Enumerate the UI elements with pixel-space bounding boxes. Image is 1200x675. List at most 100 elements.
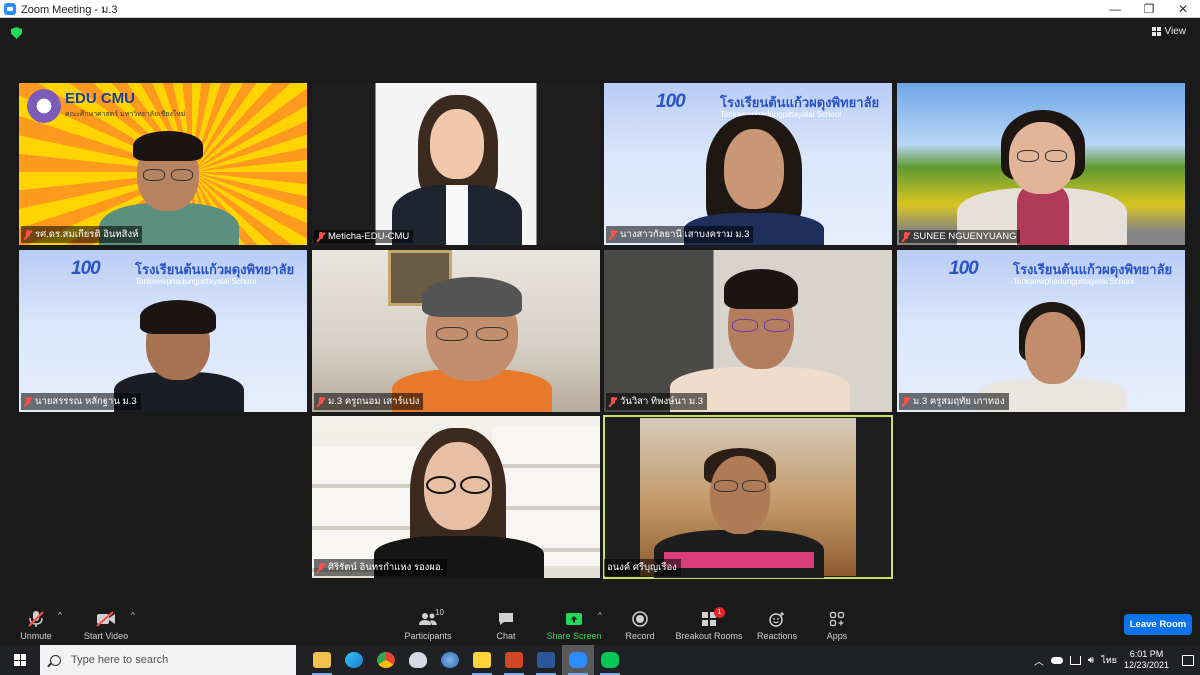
video-tile-8[interactable]: 100 โรงเรียนต้นแก้วผดุงพิทยาลัย Tonkaewp… xyxy=(897,250,1185,412)
chevron-up-icon[interactable]: ︿ xyxy=(1034,653,1044,668)
windows-taskbar: Type here to search ︿ 🔊︎ ไทย 6:01 PM 12/… xyxy=(0,645,1200,675)
school-logo-icon: 100 xyxy=(71,258,101,279)
share-options-caret[interactable]: ^ xyxy=(598,611,602,620)
cloud-icon[interactable] xyxy=(1050,656,1063,664)
word-icon xyxy=(537,652,555,668)
chrome-app[interactable] xyxy=(370,645,402,675)
participant-name-tag: Meticha-EDU-CMU xyxy=(314,230,414,243)
participant-name: SUNEE NGUENYUANG xyxy=(913,231,1017,242)
cmu-logo-icon xyxy=(27,89,61,123)
edge-app[interactable] xyxy=(338,645,370,675)
paint-icon xyxy=(409,652,427,668)
unmute-label: Unmute xyxy=(20,631,52,641)
video-tile-10-active-speaker[interactable]: อนงค์ ศรีบุญเรือง xyxy=(603,415,893,579)
file-explorer-app[interactable] xyxy=(306,645,338,675)
word-app[interactable] xyxy=(530,645,562,675)
minimize-button[interactable]: — xyxy=(1098,0,1132,18)
zoom-icon xyxy=(569,652,587,668)
breakout-rooms-button[interactable]: 1 Breakout Rooms xyxy=(674,605,744,645)
edge-icon xyxy=(345,652,363,668)
participant-name: วันวิสา ทิพงษ์นา ม.3 xyxy=(620,396,704,407)
mic-muted-icon xyxy=(26,610,46,628)
volume-icon[interactable]: 🔊︎ xyxy=(1088,655,1094,666)
powerpoint-icon xyxy=(505,652,523,668)
school-logo-icon: 100 xyxy=(949,258,979,279)
participant-name-tag: วันวิสา ทิพงษ์นา ม.3 xyxy=(606,393,708,410)
school-banner: 100 โรงเรียนต้นแก้วผดุงพิทยาลัย Tonkaewp… xyxy=(897,250,1185,294)
video-tile-1[interactable]: EDU CMU คณะศึกษาศาสตร์ มหาวิทยาลัยเชียงใ… xyxy=(19,83,307,245)
reactions-button[interactable]: Reactions xyxy=(754,605,800,645)
video-tile-3[interactable]: 100 โรงเรียนต้นแก้วผดุงพิทยาลัย Tonkaewp… xyxy=(604,83,892,245)
mic-muted-icon xyxy=(902,396,910,407)
record-button[interactable]: Record xyxy=(622,605,658,645)
participant-name-tag: ศิริรัตน์ อินทรกำแหง รองผอ. xyxy=(314,559,448,576)
participant-name-tag: รศ.ดร.สมเกียรติ อินทสิงห์ xyxy=(21,226,143,243)
notification-center-icon[interactable] xyxy=(1182,654,1194,666)
participant-video xyxy=(957,110,1127,245)
banner-title: EDU CMU xyxy=(65,90,135,107)
share-screen-icon xyxy=(564,610,584,628)
participant-name-tag: อนงค์ ศรีบุญเรือง xyxy=(604,559,681,576)
participant-name: ศิริรัตน์ อินทรกำแหง รองผอ. xyxy=(328,562,444,573)
reactions-icon xyxy=(767,610,787,628)
view-button[interactable]: View xyxy=(1151,26,1186,37)
powerpoint-app[interactable] xyxy=(498,645,530,675)
taskbar-search-box[interactable]: Type here to search xyxy=(40,645,296,675)
folder-icon xyxy=(313,652,331,668)
line-icon xyxy=(601,652,619,668)
line-app[interactable] xyxy=(594,645,626,675)
school-banner: 100 โรงเรียนต้นแก้วผดุงพิทยาลัย Tonkaewp… xyxy=(19,250,307,294)
video-tile-6[interactable]: ม.3 ครูถนอม เสาร์แปง xyxy=(312,250,600,412)
video-tile-2[interactable]: Meticha-EDU-CMU xyxy=(312,83,600,245)
participant-name: อนงค์ ศรีบุญเรือง xyxy=(607,562,677,573)
audio-options-caret[interactable]: ^ xyxy=(58,611,62,620)
video-options-caret[interactable]: ^ xyxy=(131,611,135,620)
banner-subtitle: คณะศึกษาศาสตร์ มหาวิทยาลัยเชียงใหม่ xyxy=(65,111,186,118)
security-shield-icon[interactable] xyxy=(11,27,22,39)
participant-video xyxy=(670,267,850,412)
sticky-notes-icon xyxy=(473,652,491,668)
participant-name-tag: นางสาวกัลยานี เสาบงคราม ม.3 xyxy=(606,226,754,243)
video-tile-9[interactable]: ศิริรัตน์ อินทรกำแหง รองผอ. xyxy=(312,416,600,578)
taskbar-clock[interactable]: 6:01 PM 12/23/2021 xyxy=(1124,649,1169,671)
record-label: Record xyxy=(625,631,655,641)
participants-button[interactable]: 10 Participants xyxy=(400,605,456,645)
chat-button[interactable]: Chat xyxy=(488,605,524,645)
globe-icon xyxy=(441,652,459,668)
close-button[interactable]: ✕ xyxy=(1166,0,1200,18)
mic-muted-icon xyxy=(24,396,32,407)
zoom-app[interactable] xyxy=(562,645,594,675)
share-screen-button[interactable]: Share Screen xyxy=(545,605,603,645)
search-icon xyxy=(50,654,61,666)
clock-time: 6:01 PM xyxy=(1129,649,1164,659)
maximize-button[interactable]: ❐ xyxy=(1132,0,1166,18)
window-title: Zoom Meeting - ม.3 xyxy=(21,3,118,16)
system-tray: ︿ 🔊︎ ไทย 6:01 PM 12/23/2021 xyxy=(1034,645,1200,675)
participant-name: นางสาวกัลยานี เสาบงคราม ม.3 xyxy=(620,229,750,240)
mic-muted-icon xyxy=(609,396,617,407)
chrome-icon xyxy=(377,652,395,668)
search-placeholder: Type here to search xyxy=(71,654,169,666)
network-icon[interactable] xyxy=(1069,655,1081,665)
participant-name: Meticha-EDU-CMU xyxy=(328,231,410,242)
breakout-rooms-label: Breakout Rooms xyxy=(675,631,743,641)
input-language[interactable]: ไทย xyxy=(1101,653,1117,667)
windows-start-button[interactable] xyxy=(0,645,40,675)
mic-muted-icon xyxy=(317,562,325,573)
paint-app[interactable] xyxy=(402,645,434,675)
video-off-icon xyxy=(96,610,116,628)
participant-name-tag: ม.3 ครูสมฤทัย เกาทอง xyxy=(899,393,1009,410)
participants-count: 10 xyxy=(435,608,444,617)
video-tile-7[interactable]: วันวิสา ทิพงษ์นา ม.3 xyxy=(604,250,892,412)
apps-button[interactable]: Apps xyxy=(822,605,852,645)
video-tile-4[interactable]: SUNEE NGUENYUANG xyxy=(897,83,1185,245)
unmute-button[interactable]: Unmute xyxy=(16,605,56,645)
start-video-button[interactable]: Start Video xyxy=(80,605,132,645)
leave-room-button[interactable]: Leave Room xyxy=(1124,614,1192,635)
globe-app[interactable] xyxy=(434,645,466,675)
sticky-notes-app[interactable] xyxy=(466,645,498,675)
video-tile-5[interactable]: 100 โรงเรียนต้นแก้วผดุงพิทยาลัย Tonkaewp… xyxy=(19,250,307,412)
participants-label: Participants xyxy=(404,631,452,641)
participant-name-tag: ม.3 ครูถนอม เสาร์แปง xyxy=(314,393,424,410)
gallery-grid-icon xyxy=(1151,27,1161,36)
